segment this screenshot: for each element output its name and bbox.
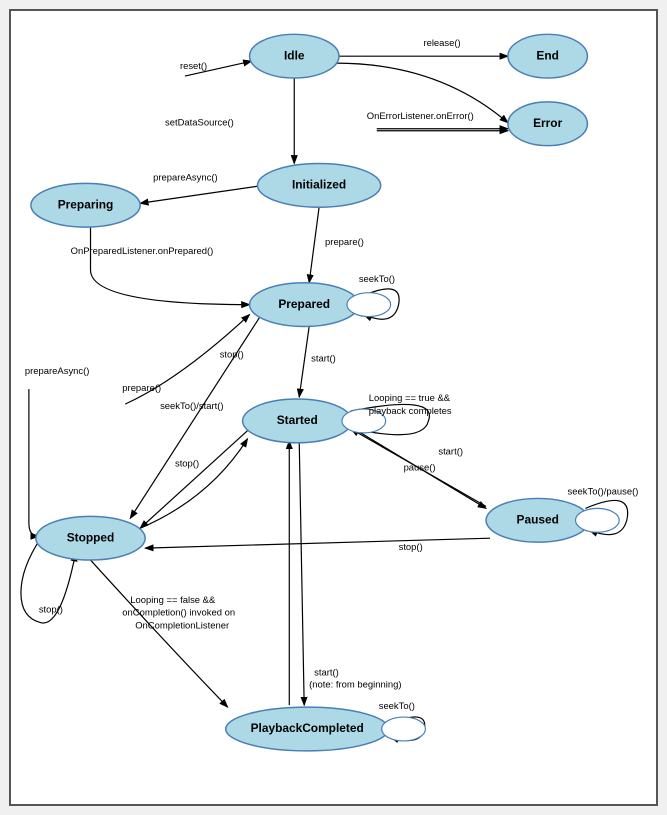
end-label: End (536, 48, 559, 62)
label-note-beginning: (note: from beginning) (309, 679, 401, 690)
initialized-label: Initialized (292, 178, 346, 192)
label-pause: pause() (404, 463, 436, 474)
error-label: Error (533, 116, 562, 130)
label-prepareasync2: prepareAsync() (25, 366, 90, 377)
paused-selfloop (575, 508, 619, 532)
label-playback-completes: playback completes (369, 406, 452, 417)
label-release: release() (423, 38, 460, 49)
label-prepare2: prepare() (122, 383, 161, 394)
stopped-label: Stopped (67, 530, 115, 544)
playbackcompleted-label: PlaybackCompleted (251, 721, 364, 735)
prepared-selfloop (347, 293, 391, 317)
label-stop2: stop() (175, 459, 199, 470)
preparing-label: Preparing (58, 197, 114, 211)
label-looping-false: Looping == false && (130, 595, 216, 606)
label-start2: start() (438, 447, 463, 458)
label-onprepared: OnPreparedListener.onPrepared() (71, 246, 214, 257)
diagram-container: Idle End Error Initialized Preparing Pre… (9, 9, 658, 806)
label-seekto2: seekTo() (379, 701, 415, 712)
label-oncompletionlistener: OnCompletionListener (135, 621, 229, 632)
label-stop1: stop() (220, 349, 244, 360)
label-start1: start() (311, 353, 336, 364)
label-start3: start() (314, 667, 339, 678)
label-seekto1: seekTo() (359, 274, 395, 285)
label-oncompletion: onCompletion() invoked on (122, 608, 235, 619)
label-setdatasource: setDataSource() (165, 118, 234, 129)
label-seekto-start: seekTo()/start() (160, 401, 223, 412)
label-stop3: stop() (399, 542, 423, 553)
paused-label: Paused (517, 512, 559, 526)
prepared-label: Prepared (278, 297, 330, 311)
idle-label: Idle (284, 48, 305, 62)
label-prepare1: prepare() (325, 237, 364, 248)
label-reset: reset() (180, 61, 207, 72)
label-onerror: OnErrorListener.onError() (367, 111, 474, 122)
label-seekto-pause: seekTo()/pause() (568, 486, 639, 497)
label-stop4: stop() (39, 605, 63, 616)
label-looping-true: Looping == true && (369, 393, 451, 404)
playbackcompleted-selfloop (382, 717, 426, 741)
label-prepareasync1: prepareAsync() (153, 172, 218, 183)
started-label: Started (277, 413, 318, 427)
